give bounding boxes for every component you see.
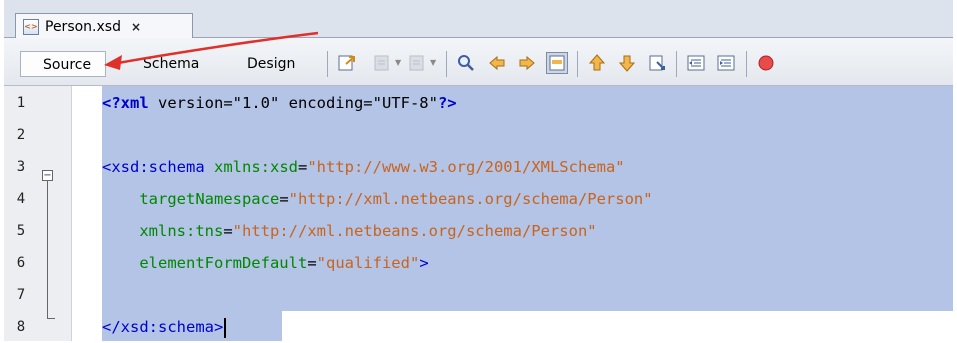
code-token: </xsd:schema> <box>102 318 224 336</box>
code-token: = <box>307 254 317 272</box>
line-number: 2 <box>16 127 26 143</box>
code-token: "http://xml.netbeans.org/schema/Person" <box>288 190 653 208</box>
fold-guide <box>47 181 48 319</box>
toggle-bookmark-icon[interactable] <box>647 53 667 73</box>
tab-strip: <> Person.xsd × <box>4 0 953 39</box>
schema-view-button[interactable]: Schema <box>143 51 199 77</box>
find-icon[interactable] <box>456 53 476 73</box>
line-number: 7 <box>16 287 26 303</box>
code-token: = <box>223 222 233 240</box>
code-token: "http://www.w3.org/2001/XMLSchema" <box>307 158 625 176</box>
code-line[interactable] <box>72 279 953 311</box>
shift-left-icon[interactable] <box>686 53 706 73</box>
line-number: 8 <box>16 319 26 335</box>
code-line-text: targetNamespace="http://xml.netbeans.org… <box>102 183 653 215</box>
line-number: 6 <box>16 255 26 271</box>
code-line[interactable]: targetNamespace="http://xml.netbeans.org… <box>72 183 953 215</box>
code-line-text: xmlns:tns="http://xml.netbeans.org/schem… <box>102 215 597 247</box>
xsd-file-icon: <> <box>23 18 39 35</box>
code-line-text: </xsd:schema> <box>102 311 227 343</box>
design-view-button[interactable]: Design <box>247 51 295 77</box>
code-token: = <box>298 158 308 176</box>
forward-icon[interactable] <box>407 53 427 73</box>
fold-collapse-icon[interactable]: − <box>42 170 53 181</box>
back-icon[interactable] <box>372 53 392 73</box>
shift-right-icon[interactable] <box>716 53 736 73</box>
next-bookmark-icon[interactable] <box>617 53 637 73</box>
code-editor[interactable]: − <?xml version="1.0" encoding="UTF-8"?>… <box>4 86 953 341</box>
source-view-button[interactable]: Source <box>20 51 106 77</box>
line-number: 1 <box>16 95 26 111</box>
code-token: ?> <box>437 94 457 112</box>
text-caret <box>224 317 227 338</box>
code-line[interactable]: <xsd:schema xmlns:xsd="http://www.w3.org… <box>72 151 953 183</box>
code-token: <xsd:schema <box>102 158 205 176</box>
code-token: xmlns:xsd <box>214 158 298 176</box>
code-token: xmlns:tns <box>139 222 224 240</box>
toggle-highlight-icon[interactable] <box>546 52 568 74</box>
record-macro-icon[interactable] <box>756 53 776 73</box>
code-line[interactable]: xmlns:tns="http://xml.netbeans.org/schem… <box>72 215 953 247</box>
toolbar-separator <box>327 51 328 77</box>
code-line[interactable] <box>72 119 953 151</box>
go-to-source-icon[interactable] <box>337 53 357 73</box>
code-line-text: <xsd:schema xmlns:xsd="http://www.w3.org… <box>102 151 625 183</box>
toolbar-separator <box>446 51 447 77</box>
code-token: targetNamespace <box>139 190 280 208</box>
code-token: > <box>419 254 429 272</box>
tab-title: Person.xsd <box>45 18 121 35</box>
line-number: 5 <box>16 223 26 239</box>
code-token: "qualified" <box>316 254 420 272</box>
line-number: 4 <box>16 191 26 207</box>
chevron-down-icon[interactable]: ▼ <box>430 58 436 67</box>
code-line[interactable]: </xsd:schema> <box>72 311 953 343</box>
fold-guide-end <box>47 318 55 319</box>
tab-person-xsd[interactable]: <> Person.xsd × <box>15 13 193 39</box>
previous-bookmark-icon[interactable] <box>587 53 607 73</box>
code-line-text: elementFormDefault="qualified"> <box>102 247 429 279</box>
find-next-icon[interactable] <box>517 53 537 73</box>
code-token: "http://xml.netbeans.org/schema/Person" <box>232 222 597 240</box>
code-text-area[interactable]: <?xml version="1.0" encoding="UTF-8"?> <x… <box>72 86 953 341</box>
code-token: = <box>279 190 289 208</box>
line-number: 3 <box>16 159 26 175</box>
code-line[interactable]: <?xml version="1.0" encoding="UTF-8"?> <box>72 87 953 119</box>
editor-toolbar: Source Schema Design ▼ ▼ <box>4 38 953 86</box>
toolbar-separator <box>676 51 677 77</box>
chevron-down-icon[interactable]: ▼ <box>395 58 401 67</box>
toolbar-separator <box>577 51 578 77</box>
code-token: elementFormDefault <box>139 254 308 272</box>
code-line[interactable]: elementFormDefault="qualified"> <box>72 247 953 279</box>
toolbar-separator <box>746 51 747 77</box>
close-icon[interactable]: × <box>131 20 141 34</box>
code-line-text: <?xml version="1.0" encoding="UTF-8"?> <box>102 87 457 119</box>
code-token: version="1.0" encoding="UTF-8" <box>148 94 438 112</box>
code-token: <?xml <box>102 94 149 112</box>
find-previous-icon[interactable] <box>487 53 507 73</box>
